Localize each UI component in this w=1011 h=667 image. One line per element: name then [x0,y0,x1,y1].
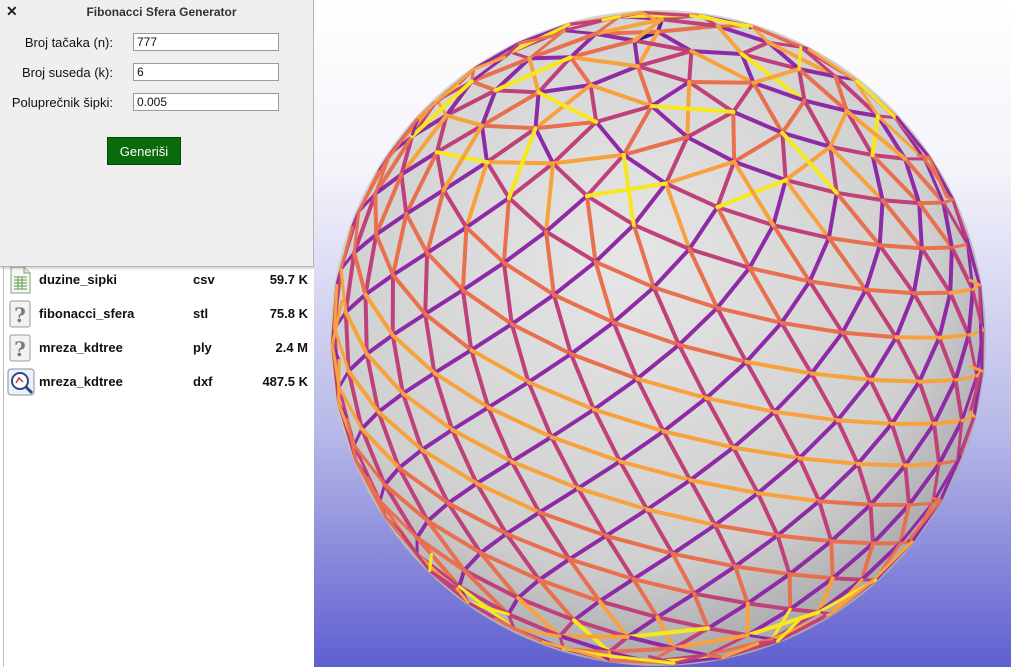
file-name: fibonacci_sfera [39,306,135,321]
cad-viewer-icon [7,368,35,396]
svg-text:?: ? [14,303,26,327]
strut [423,250,430,316]
file-extension: ply [193,340,212,355]
strut [903,461,942,468]
strut [373,191,379,237]
file-name: mreza_kdtree [39,340,123,355]
strut [907,501,935,507]
strut [917,378,958,384]
neighbors-count-input[interactable] [133,63,279,81]
strut [829,539,835,581]
strut [480,123,538,131]
file-size: 75.8 K [269,306,308,321]
strut [868,377,922,384]
strut [829,539,875,546]
neighbors-count-label: Broj suseda (k): [21,65,113,80]
strut [428,552,433,573]
file-extension: dxf [193,374,213,389]
strut [917,200,946,206]
strut [687,49,694,84]
file-extension: stl [193,306,209,321]
strut [948,245,954,295]
strut [917,201,924,251]
strut [868,502,875,546]
unknown-file-icon: ? [7,334,35,362]
file-size: 59.7 K [269,272,308,287]
svg-text:?: ? [14,337,26,361]
strut [787,572,793,612]
strut [493,88,541,95]
strut [363,292,369,356]
points-count-label: Broj tačaka (n): [24,35,113,50]
divider [3,266,4,667]
strut [937,333,971,340]
file-name: mreza_kdtree [39,374,123,389]
file-row[interactable]: ? fibonacci_sfera stl 75.8 K [6,298,312,330]
file-name: duzine_sipki [39,272,118,287]
strut [855,461,908,468]
fibonacci-sphere-mesh [330,10,986,666]
3d-viewport[interactable] [314,0,1011,667]
strut [919,245,954,251]
strut [797,45,803,71]
dialog-title: Fibonacci Sfera Generator [86,5,237,19]
strut [978,283,982,327]
strut [830,576,864,582]
generator-dialog: ✕ Fibonacci Sfera Generator Broj tačaka … [0,0,314,267]
strut [731,109,737,164]
strut [916,153,931,159]
file-size: 487.5 K [262,374,308,389]
unknown-file-icon: ? [7,300,35,328]
points-count-input[interactable] [133,33,279,51]
spreadsheet-icon [7,266,35,294]
strut [687,80,756,85]
generate-button[interactable]: Generiši [107,137,181,165]
file-row[interactable]: duzine_sipki csv 59.7 K [6,264,312,296]
strut [558,634,630,639]
file-row[interactable]: ? mreza_kdtree ply 2.4 M [6,332,312,364]
dialog-titlebar[interactable]: ✕ Fibonacci Sfera Generator [0,0,313,24]
strut [979,323,984,373]
rod-radius-label: Poluprečnik šipki: [11,95,113,110]
strut-network [330,11,985,665]
file-extension: csv [193,272,215,287]
strut [485,160,555,166]
rod-radius-input[interactable] [133,93,279,111]
strut [337,358,341,405]
file-size: 2.4 M [275,340,308,355]
file-row[interactable]: mreza_kdtree dxf 487.5 K [6,366,312,398]
